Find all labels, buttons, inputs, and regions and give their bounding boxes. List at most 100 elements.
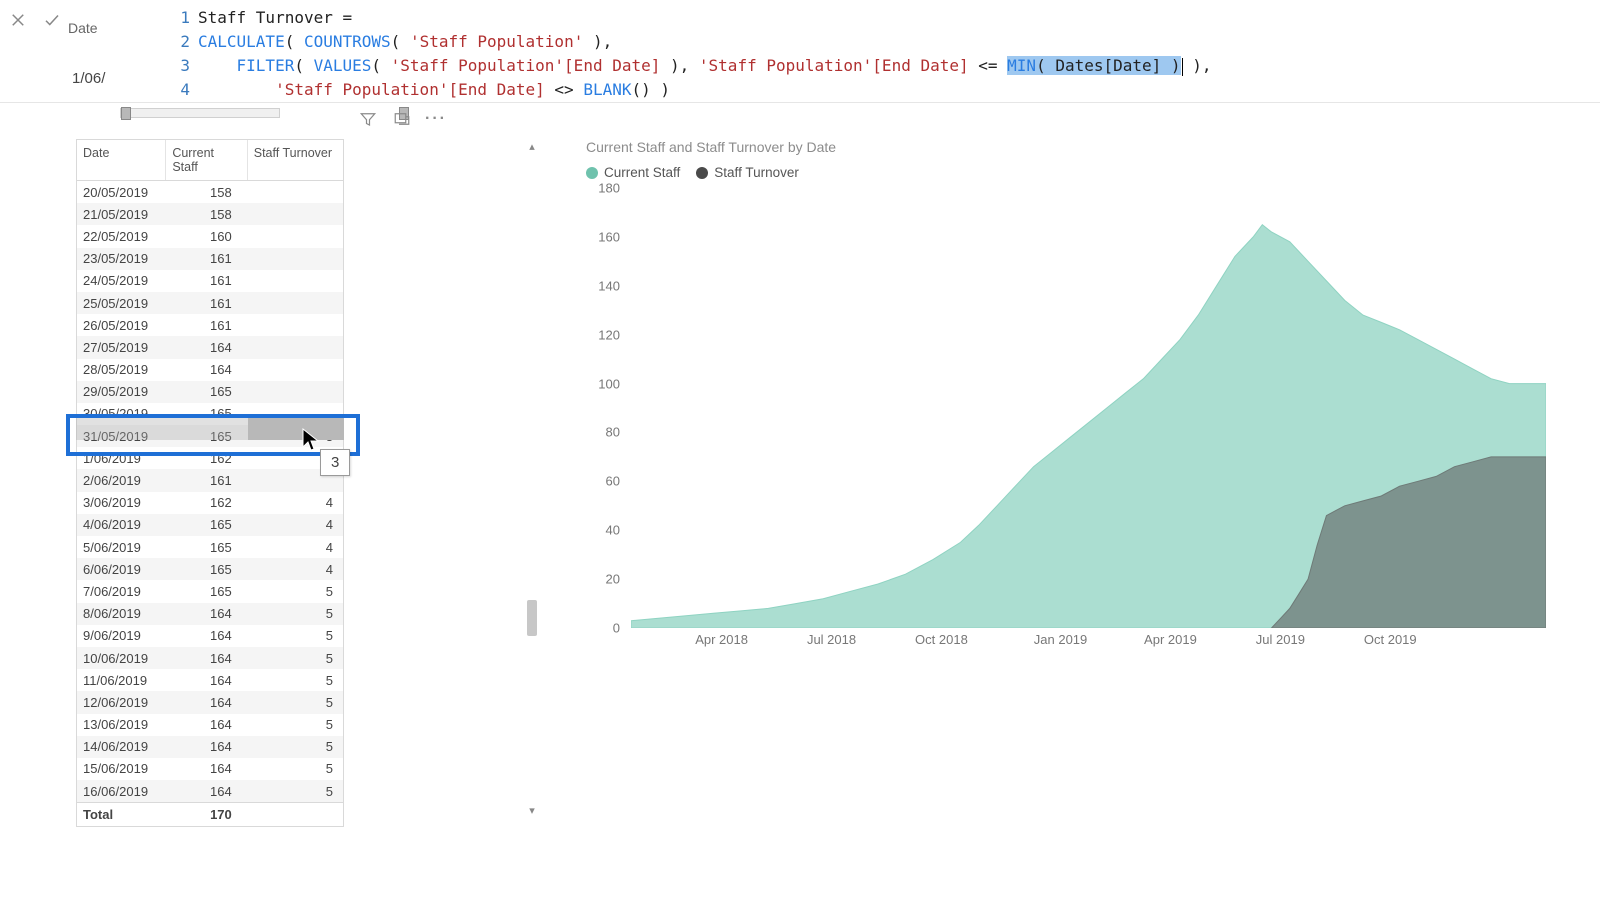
col-header-current[interactable]: Current Staff [166, 140, 247, 180]
cell-date: 28/05/2019 [77, 362, 166, 377]
filter-icon[interactable] [358, 109, 378, 129]
slicer-scrollbar[interactable] [120, 108, 280, 118]
table-header: Date Current Staff Staff Turnover [77, 140, 343, 181]
cell-date: 9/06/2019 [77, 628, 166, 643]
cell-tooltip: 3 [320, 449, 350, 476]
table-row[interactable]: 2/06/2019161 [77, 469, 343, 491]
focus-mode-icon[interactable] [392, 109, 412, 129]
cell-date: 8/06/2019 [77, 606, 166, 621]
cell-current: 165 [166, 540, 247, 555]
cell-date: 25/05/2019 [77, 296, 166, 311]
y-tick: 160 [598, 229, 620, 244]
table-row[interactable]: 23/05/2019161 [77, 248, 343, 270]
cell-date: 4/06/2019 [77, 517, 166, 532]
table-row[interactable]: 10/06/20191645 [77, 647, 343, 669]
cell-current: 164 [166, 695, 247, 710]
cell-current: 164 [166, 761, 247, 776]
table-row[interactable]: 5/06/20191654 [77, 536, 343, 558]
legend-item-turnover[interactable]: Staff Turnover [696, 165, 799, 180]
cell-turnover: 5 [248, 717, 343, 732]
table-row[interactable]: 13/06/20191645 [77, 714, 343, 736]
more-options-icon[interactable]: ··· [426, 109, 446, 129]
cell-current: 165 [166, 384, 247, 399]
table-row[interactable]: 25/05/2019161 [77, 292, 343, 314]
table-vertical-scrollbar[interactable]: ▴ ▾ [524, 139, 540, 819]
cell-turnover: 5 [248, 673, 343, 688]
table-row[interactable]: 29/05/2019165 [77, 381, 343, 403]
y-tick: 40 [606, 523, 620, 538]
y-tick: 0 [613, 621, 620, 636]
total-current: 170 [166, 807, 247, 822]
cell-current: 165 [166, 517, 247, 532]
slicer-field-label: Date [68, 20, 98, 36]
cell-turnover: 4 [248, 495, 343, 510]
table-row[interactable]: 15/06/20191645 [77, 758, 343, 780]
x-tick: Apr 2018 [695, 632, 748, 647]
cell-date: 5/06/2019 [77, 540, 166, 555]
y-tick: 120 [598, 327, 620, 342]
cell-current: 161 [166, 296, 247, 311]
table-row[interactable]: 26/05/2019161 [77, 314, 343, 336]
cell-date: 20/05/2019 [77, 185, 166, 200]
table-row[interactable]: 28/05/2019164 [77, 359, 343, 381]
table-row[interactable]: 8/06/20191645 [77, 603, 343, 625]
cell-date: 21/05/2019 [77, 207, 166, 222]
cell-current: 165 [166, 562, 247, 577]
table-row[interactable]: 11/06/20191645 [77, 669, 343, 691]
table-row[interactable]: 21/05/2019158 [77, 203, 343, 225]
col-header-turnover[interactable]: Staff Turnover [248, 140, 343, 180]
cell-current: 161 [166, 318, 247, 333]
area-chart-visual[interactable]: Current Staff and Staff Turnover by Date… [586, 139, 1546, 658]
formula-line-gutter: 1 2 3 4 [170, 4, 198, 102]
x-tick: Jul 2018 [807, 632, 856, 647]
x-tick: Oct 2019 [1364, 632, 1417, 647]
y-tick: 60 [606, 474, 620, 489]
cell-current: 161 [166, 273, 247, 288]
cell-current: 160 [166, 229, 247, 244]
cell-current: 162 [166, 495, 247, 510]
cell-current: 164 [166, 606, 247, 621]
table-row[interactable]: 1/06/2019162 [77, 447, 343, 469]
table-row[interactable]: 14/06/20191645 [77, 736, 343, 758]
table-row[interactable]: 9/06/20191645 [77, 625, 343, 647]
table-row[interactable]: 27/05/2019164 [77, 336, 343, 358]
x-axis-ticks: Apr 2018Jul 2018Oct 2018Jan 2019Apr 2019… [630, 632, 1546, 658]
legend-item-current[interactable]: Current Staff [586, 165, 680, 180]
cell-current: 161 [166, 473, 247, 488]
table-row[interactable]: 4/06/20191654 [77, 514, 343, 536]
cell-turnover: 5 [248, 739, 343, 754]
table-row[interactable]: 16/06/20191645 [77, 780, 343, 802]
cell-current: 164 [166, 717, 247, 732]
table-visual[interactable]: ··· Date Current Staff Staff Turnover 20… [76, 139, 446, 827]
col-header-date[interactable]: Date [77, 140, 166, 180]
x-tick: Jan 2019 [1034, 632, 1088, 647]
cell-date: 10/06/2019 [77, 651, 166, 666]
cell-date: 22/05/2019 [77, 229, 166, 244]
table-row[interactable]: 24/05/2019161 [77, 270, 343, 292]
cell-current: 164 [166, 340, 247, 355]
table-row[interactable]: 12/06/20191645 [77, 691, 343, 713]
cell-current: 164 [166, 362, 247, 377]
scroll-down-icon[interactable]: ▾ [524, 803, 540, 819]
cell-turnover: 4 [248, 517, 343, 532]
table-row[interactable]: 3/06/20191624 [77, 492, 343, 514]
formula-editor[interactable]: Staff Turnover = CALCULATE( COUNTROWS( '… [198, 4, 1211, 102]
y-tick: 180 [598, 181, 620, 196]
table-row[interactable]: 20/05/2019158 [77, 181, 343, 203]
cell-date: 1/06/2019 [77, 451, 166, 466]
table-row[interactable]: 22/05/2019160 [77, 225, 343, 247]
cancel-formula-button[interactable] [6, 8, 30, 32]
cell-date: 31/05/2019 [77, 429, 166, 444]
commit-formula-button[interactable] [40, 8, 64, 32]
cell-current: 164 [166, 739, 247, 754]
table-row[interactable]: 7/06/20191655 [77, 580, 343, 602]
scroll-thumb[interactable] [527, 600, 537, 636]
cell-date: 12/06/2019 [77, 695, 166, 710]
table-row[interactable]: 6/06/20191654 [77, 558, 343, 580]
scroll-up-icon[interactable]: ▴ [524, 139, 540, 155]
chart-plot-area[interactable] [630, 188, 1546, 628]
cell-turnover: 5 [248, 584, 343, 599]
table-total-row: Total 170 [77, 802, 343, 826]
cell-date: 2/06/2019 [77, 473, 166, 488]
slicer-field-value[interactable]: 1/06/ [72, 70, 105, 87]
